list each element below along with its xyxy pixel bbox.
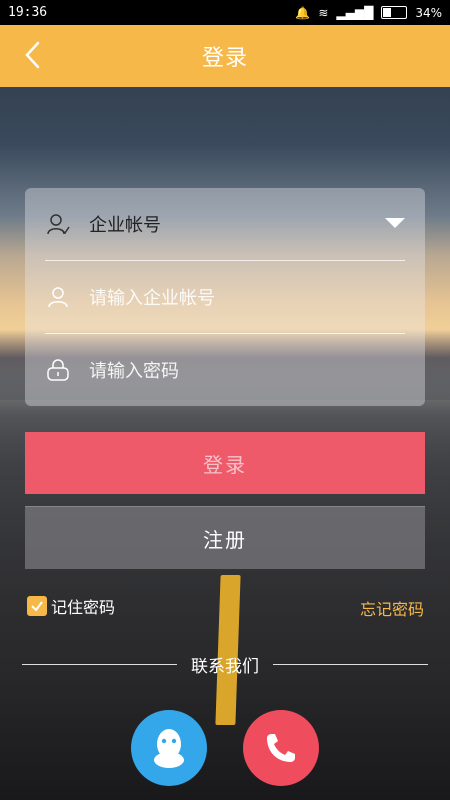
status-time: 19:36 (8, 5, 48, 20)
remember-label: 记住密码 (51, 598, 116, 617)
account-input-row[interactable]: 请输入企业帐号 (45, 261, 405, 333)
page-title: 登录 (201, 46, 248, 71)
back-button[interactable] (24, 39, 54, 71)
status-icons: 🔔 ≋ ▂▄▆█ 34% (295, 6, 442, 20)
user-check-icon (45, 211, 71, 237)
chevron-left-icon (25, 41, 40, 69)
account-input[interactable]: 请输入企业帐号 (89, 284, 405, 310)
qq-contact-button[interactable] (131, 710, 207, 786)
password-input-row[interactable]: 请输入密码 (45, 334, 405, 406)
login-form-card: 企业帐号 请输入企业帐号 请输入密码 (25, 188, 425, 406)
checkbox-checked-icon[interactable] (27, 596, 47, 616)
lock-icon (45, 357, 71, 383)
register-button[interactable]: 注册 (25, 506, 425, 569)
user-icon (45, 284, 71, 310)
account-type-select[interactable]: 企业帐号 (45, 188, 405, 260)
battery-icon (381, 6, 408, 19)
status-bar: 19:36 🔔 ≋ ▂▄▆█ 34% (0, 0, 450, 25)
password-input[interactable]: 请输入密码 (89, 357, 405, 383)
remember-password-toggle[interactable]: 记住密码 (27, 594, 115, 618)
dropdown-arrow-icon (385, 218, 405, 228)
battery-percent: 34% (415, 5, 442, 20)
contact-label: 联系我们 (191, 656, 259, 677)
wifi-icon: ≋ (318, 5, 329, 20)
notification-icon: 🔔 (295, 5, 311, 20)
divider-right (273, 663, 428, 665)
account-type-value: 企业帐号 (89, 215, 161, 236)
phone-contact-button[interactable] (243, 710, 319, 786)
divider-left (22, 663, 177, 665)
qq-icon (154, 729, 184, 768)
signal-icon: ▂▄▆█ (336, 5, 374, 20)
phone-icon (267, 734, 295, 762)
login-button[interactable]: 登录 (25, 432, 425, 494)
forgot-password-link[interactable]: 忘记密码 (360, 596, 424, 620)
top-bar: 登录 (0, 25, 450, 87)
contact-section: 联系我们 (0, 652, 450, 677)
